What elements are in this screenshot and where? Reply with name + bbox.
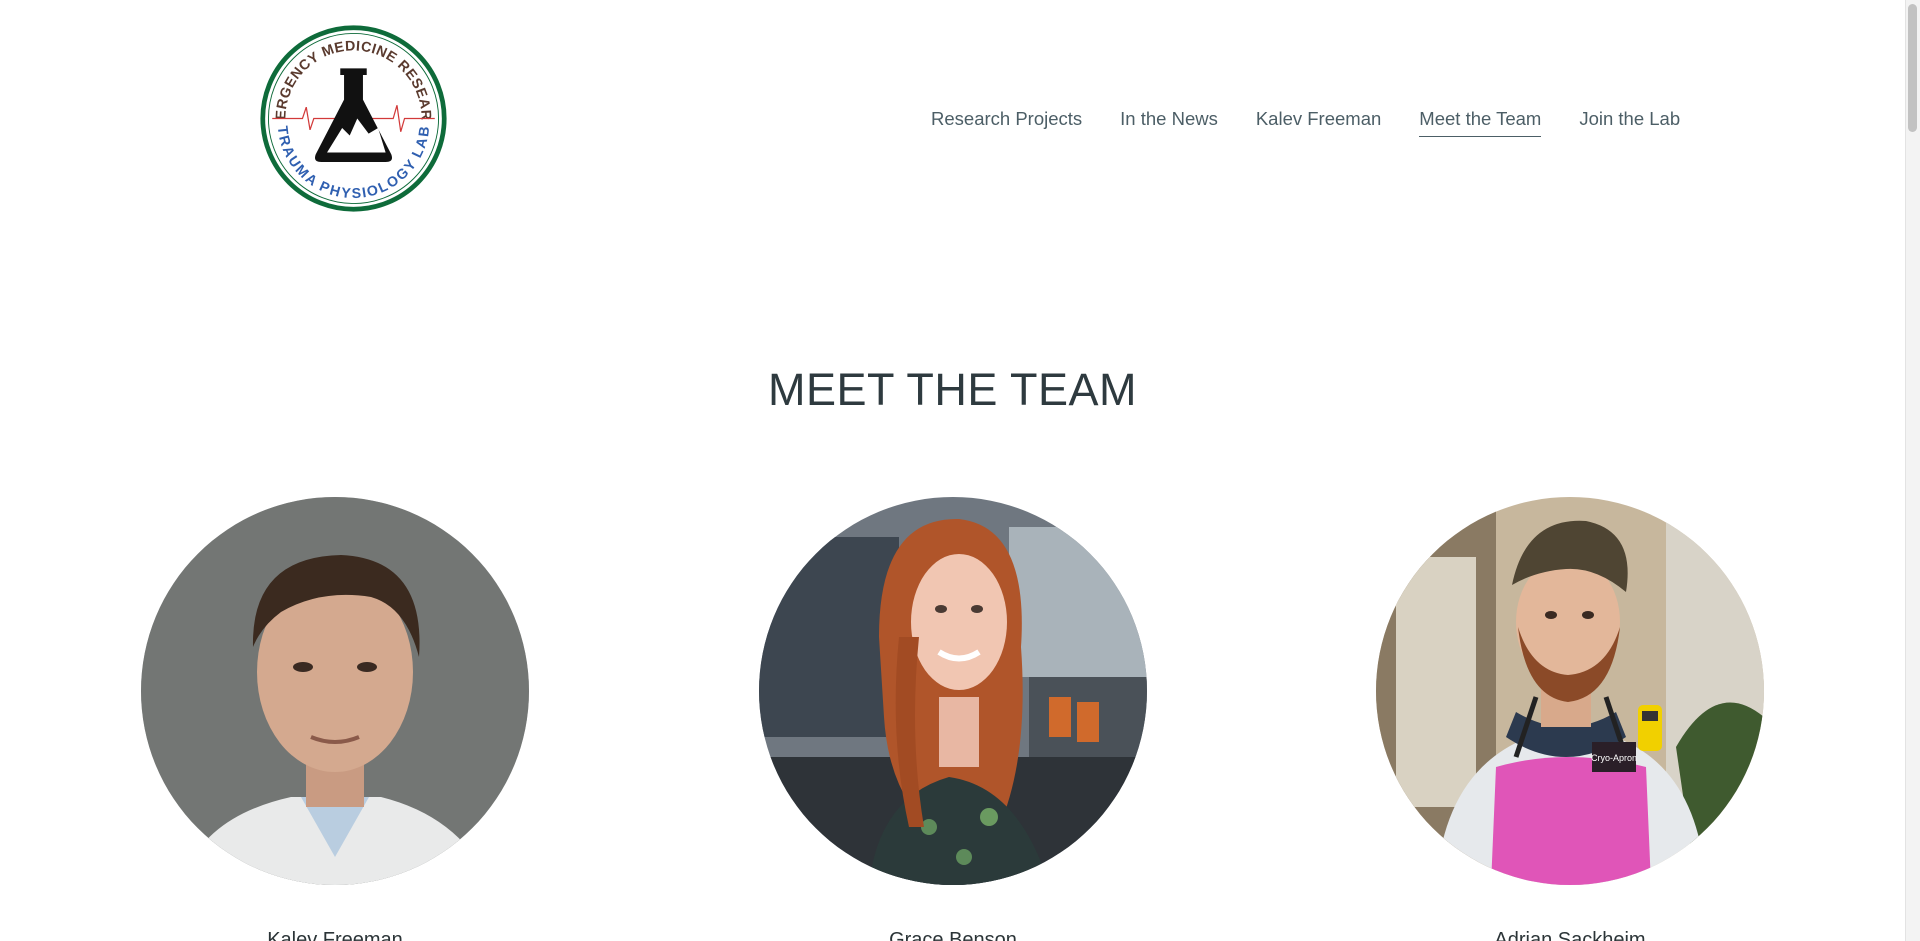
team-member-card: Cryo-Apron Adrian Sackheim xyxy=(1376,497,1764,941)
person-portrait-icon xyxy=(759,497,1147,885)
nav-meet-the-team[interactable]: Meet the Team xyxy=(1419,108,1542,137)
lab-logo-icon: EMERGENCY MEDICINE RESEARCH TRAUMA PHYSI… xyxy=(253,12,447,212)
site-header: EMERGENCY MEDICINE RESEARCH TRAUMA PHYSI… xyxy=(0,0,1905,240)
team-member-card: Kalev Freeman xyxy=(141,497,529,941)
nav-in-the-news[interactable]: In the News xyxy=(1120,108,1218,137)
member-photo[interactable] xyxy=(759,497,1147,885)
page-scrollbar[interactable] xyxy=(1905,0,1920,941)
nav-join-the-lab[interactable]: Join the Lab xyxy=(1579,108,1680,137)
member-name: Grace Benson xyxy=(889,929,1017,941)
team-member-card: Grace Benson xyxy=(759,497,1147,941)
main-nav: Research Projects In the News Kalev Free… xyxy=(931,108,1680,137)
scrollbar-thumb[interactable] xyxy=(1908,4,1917,132)
svg-text:Cryo-Apron: Cryo-Apron xyxy=(1591,753,1637,763)
person-portrait-icon xyxy=(141,497,529,885)
member-name: Kalev Freeman xyxy=(267,929,403,941)
nav-research-projects[interactable]: Research Projects xyxy=(931,108,1082,137)
person-portrait-icon: Cryo-Apron xyxy=(1376,497,1764,885)
member-photo[interactable]: Cryo-Apron xyxy=(1376,497,1764,885)
member-name: Adrian Sackheim xyxy=(1494,929,1646,941)
lab-logo[interactable]: EMERGENCY MEDICINE RESEARCH TRAUMA PHYSI… xyxy=(253,12,448,213)
page-title: MEET THE TEAM xyxy=(767,364,1138,415)
nav-kalev-freeman[interactable]: Kalev Freeman xyxy=(1256,108,1381,137)
member-photo[interactable] xyxy=(141,497,529,885)
